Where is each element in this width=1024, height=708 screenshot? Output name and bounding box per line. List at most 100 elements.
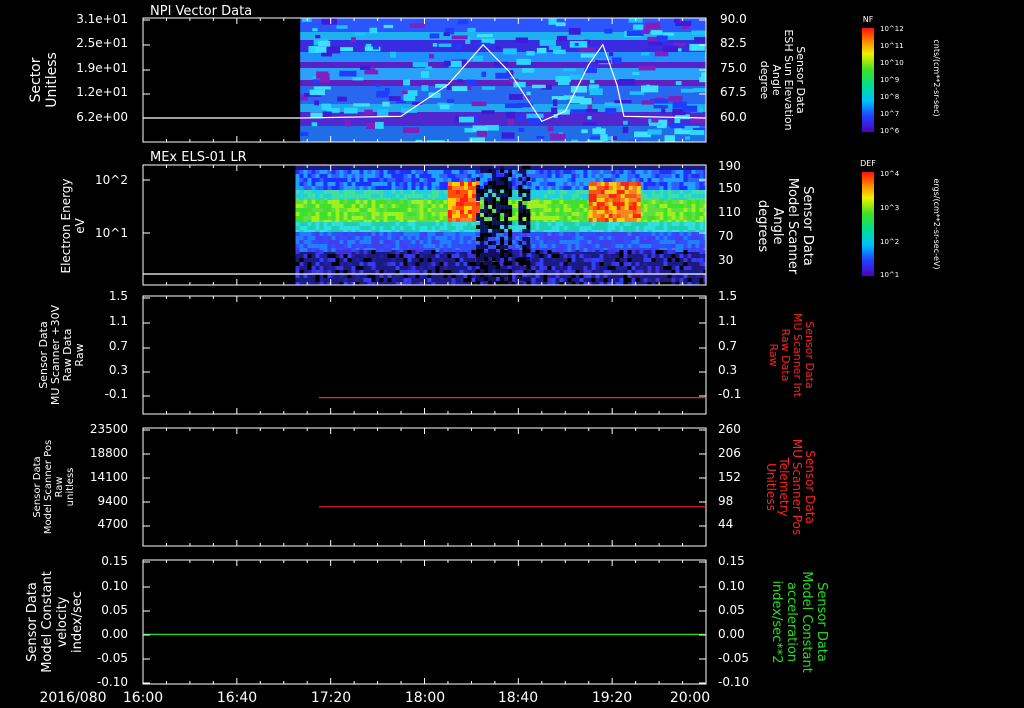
heatmap-cell	[571, 226, 576, 230]
heatmap-cell	[331, 236, 336, 240]
heatmap-cell	[391, 186, 396, 190]
heatmap-cell	[351, 236, 356, 240]
heatmap-cell	[307, 226, 312, 230]
heatmap-cell	[631, 174, 636, 178]
heatmap-cell	[575, 204, 580, 208]
heatmap-cell	[539, 266, 544, 270]
heatmap-cell	[531, 178, 536, 182]
heatmap-cell	[431, 258, 436, 262]
y-axis-left-label: Electron Energy eV	[59, 178, 87, 273]
heatmap-cell	[518, 185, 523, 189]
heatmap-cell	[476, 277, 481, 281]
heatmap-cell	[555, 190, 560, 194]
heatmap-cell	[463, 222, 468, 226]
heatmap-cell	[331, 212, 336, 216]
heatmap-cell	[488, 269, 493, 273]
heatmap-cell	[427, 222, 432, 226]
heatmap-cell	[647, 186, 652, 190]
heatmap-cell	[571, 190, 576, 194]
heatmap-cell	[371, 236, 376, 240]
heatmap-cell	[531, 212, 536, 216]
heatmap-cell	[311, 222, 316, 226]
heatmap-cell	[355, 266, 360, 270]
heatmap-cell	[399, 244, 404, 248]
heatmap-cell	[496, 189, 501, 193]
heatmap-cell	[435, 200, 440, 204]
heatmap-cell	[387, 254, 392, 258]
heatmap-cell	[539, 236, 544, 240]
heatmap-cell	[467, 226, 472, 230]
heatmap-cell	[571, 174, 576, 178]
heatmap-cell	[423, 232, 428, 236]
heatmap-cell	[583, 212, 588, 216]
heatmap-cell	[607, 178, 612, 182]
heatmap-cell	[555, 216, 560, 220]
heatmap-cell	[415, 226, 420, 230]
heatmap-cell	[407, 90, 418, 96]
heatmap-cell	[419, 240, 424, 244]
heatmap-cell	[412, 62, 429, 68]
heatmap-cell	[623, 244, 628, 248]
heatmap-cell	[451, 174, 456, 178]
tick-label: 150	[718, 181, 741, 195]
heatmap-cell	[375, 222, 380, 226]
heatmap-cell	[619, 262, 624, 266]
heatmap-cell	[691, 248, 696, 252]
heatmap-cell	[639, 236, 644, 240]
tick-label: 206	[718, 446, 741, 460]
heatmap-cell	[579, 47, 596, 52]
heatmap-cell	[675, 212, 680, 216]
heatmap-cell	[563, 190, 568, 194]
heatmap-cell	[327, 200, 332, 204]
heatmap-cell	[379, 204, 384, 208]
heatmap-cell	[687, 278, 692, 282]
heatmap-cell	[447, 244, 452, 248]
heatmap-cell	[343, 216, 348, 220]
heatmap-cell	[471, 174, 476, 178]
model-constant-panel: Sensor Data Model Constant velocity inde…	[25, 554, 829, 689]
heatmap-cell	[331, 178, 336, 182]
heatmap-cell	[339, 186, 344, 190]
heatmap-cell	[703, 200, 706, 204]
panel-frame	[142, 295, 707, 415]
heatmap-cell	[603, 174, 608, 178]
heatmap-cell	[423, 236, 428, 240]
heatmap-cell	[539, 170, 544, 174]
y-axis-left-label: Sector Unitless	[28, 52, 60, 108]
heatmap-cell	[375, 83, 381, 87]
heatmap-cell	[427, 200, 432, 204]
heatmap-cell	[691, 30, 706, 36]
heatmap-cell	[303, 226, 308, 230]
heatmap-cell	[407, 216, 412, 220]
heatmap-cell	[351, 182, 356, 186]
y-axis-left-label: Sensor Data Model Scanner Pos Raw unitle…	[32, 440, 76, 534]
time-tick-label: 18:00	[405, 690, 445, 706]
heatmap-cell	[607, 240, 612, 244]
tick-label: 1.1	[109, 314, 128, 328]
heatmap-cell	[647, 129, 662, 135]
heatmap-cell	[667, 200, 672, 204]
heatmap-cell	[403, 186, 408, 190]
heatmap-cell	[439, 222, 444, 226]
heatmap-cell	[423, 194, 428, 198]
heatmap-cell	[467, 278, 472, 282]
heatmap-cell	[539, 178, 544, 182]
heatmap-cell	[522, 209, 527, 213]
heatmap-cell	[472, 55, 483, 62]
heatmap-cell	[359, 178, 364, 182]
heatmap-cell	[527, 204, 532, 208]
heatmap-cell	[612, 210, 617, 214]
heatmap-cell	[575, 250, 580, 254]
heatmap-cell	[563, 194, 568, 198]
heatmap-cell	[639, 170, 644, 174]
heatmap-cell	[488, 249, 493, 253]
heatmap-cell	[463, 182, 468, 186]
y-ticks-right: 190 150 110 70 30	[718, 159, 741, 267]
heatmap-cell	[615, 178, 620, 182]
heatmap-cell	[471, 232, 476, 236]
tick-label: 0.3	[109, 363, 128, 377]
heatmap-cell	[595, 236, 600, 240]
heatmap-cell	[339, 222, 344, 226]
tick-label: 75.0	[720, 61, 747, 75]
heatmap-cell	[307, 200, 312, 204]
